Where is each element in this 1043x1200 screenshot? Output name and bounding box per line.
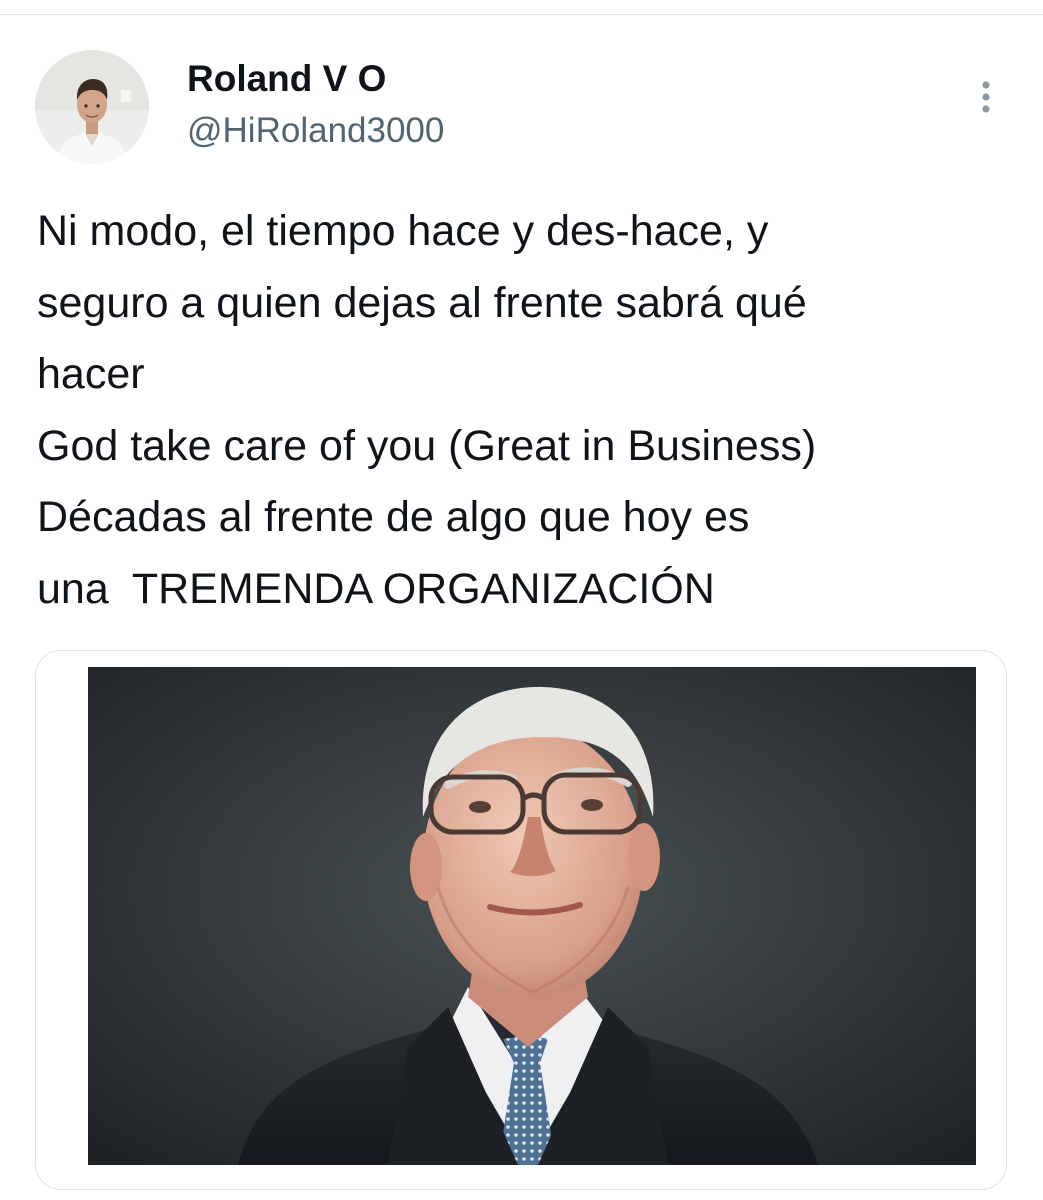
author-handle[interactable]: @HiRoland3000 <box>187 110 444 152</box>
tweet-text-line: Ni modo, el tiempo hace y des-hace, y <box>37 207 769 255</box>
portrait-photo-icon <box>88 667 976 1165</box>
tweet-text-line: Décadas al frente de algo que hoy es <box>37 493 750 541</box>
author-avatar[interactable] <box>35 50 149 164</box>
tweet-media-photo[interactable] <box>88 667 976 1165</box>
more-vertical-icon <box>982 81 990 113</box>
tweet-text-line: una TREMENDA ORGANIZACIÓN <box>37 564 715 613</box>
tweet-text: Ni modo, el tiempo hace y des-hace, y se… <box>37 196 1017 625</box>
tweet-text-line: seguro a quien dejas al frente sabrá qué <box>37 278 807 327</box>
tweet-text-line: hacer <box>37 350 145 398</box>
top-divider <box>0 14 1043 15</box>
author-display-name[interactable]: Roland V O <box>187 58 386 100</box>
tweet-text-line: God take care of you (Great in Business) <box>37 421 817 470</box>
more-options-button[interactable] <box>966 72 1006 122</box>
avatar-photo-icon <box>35 50 149 164</box>
